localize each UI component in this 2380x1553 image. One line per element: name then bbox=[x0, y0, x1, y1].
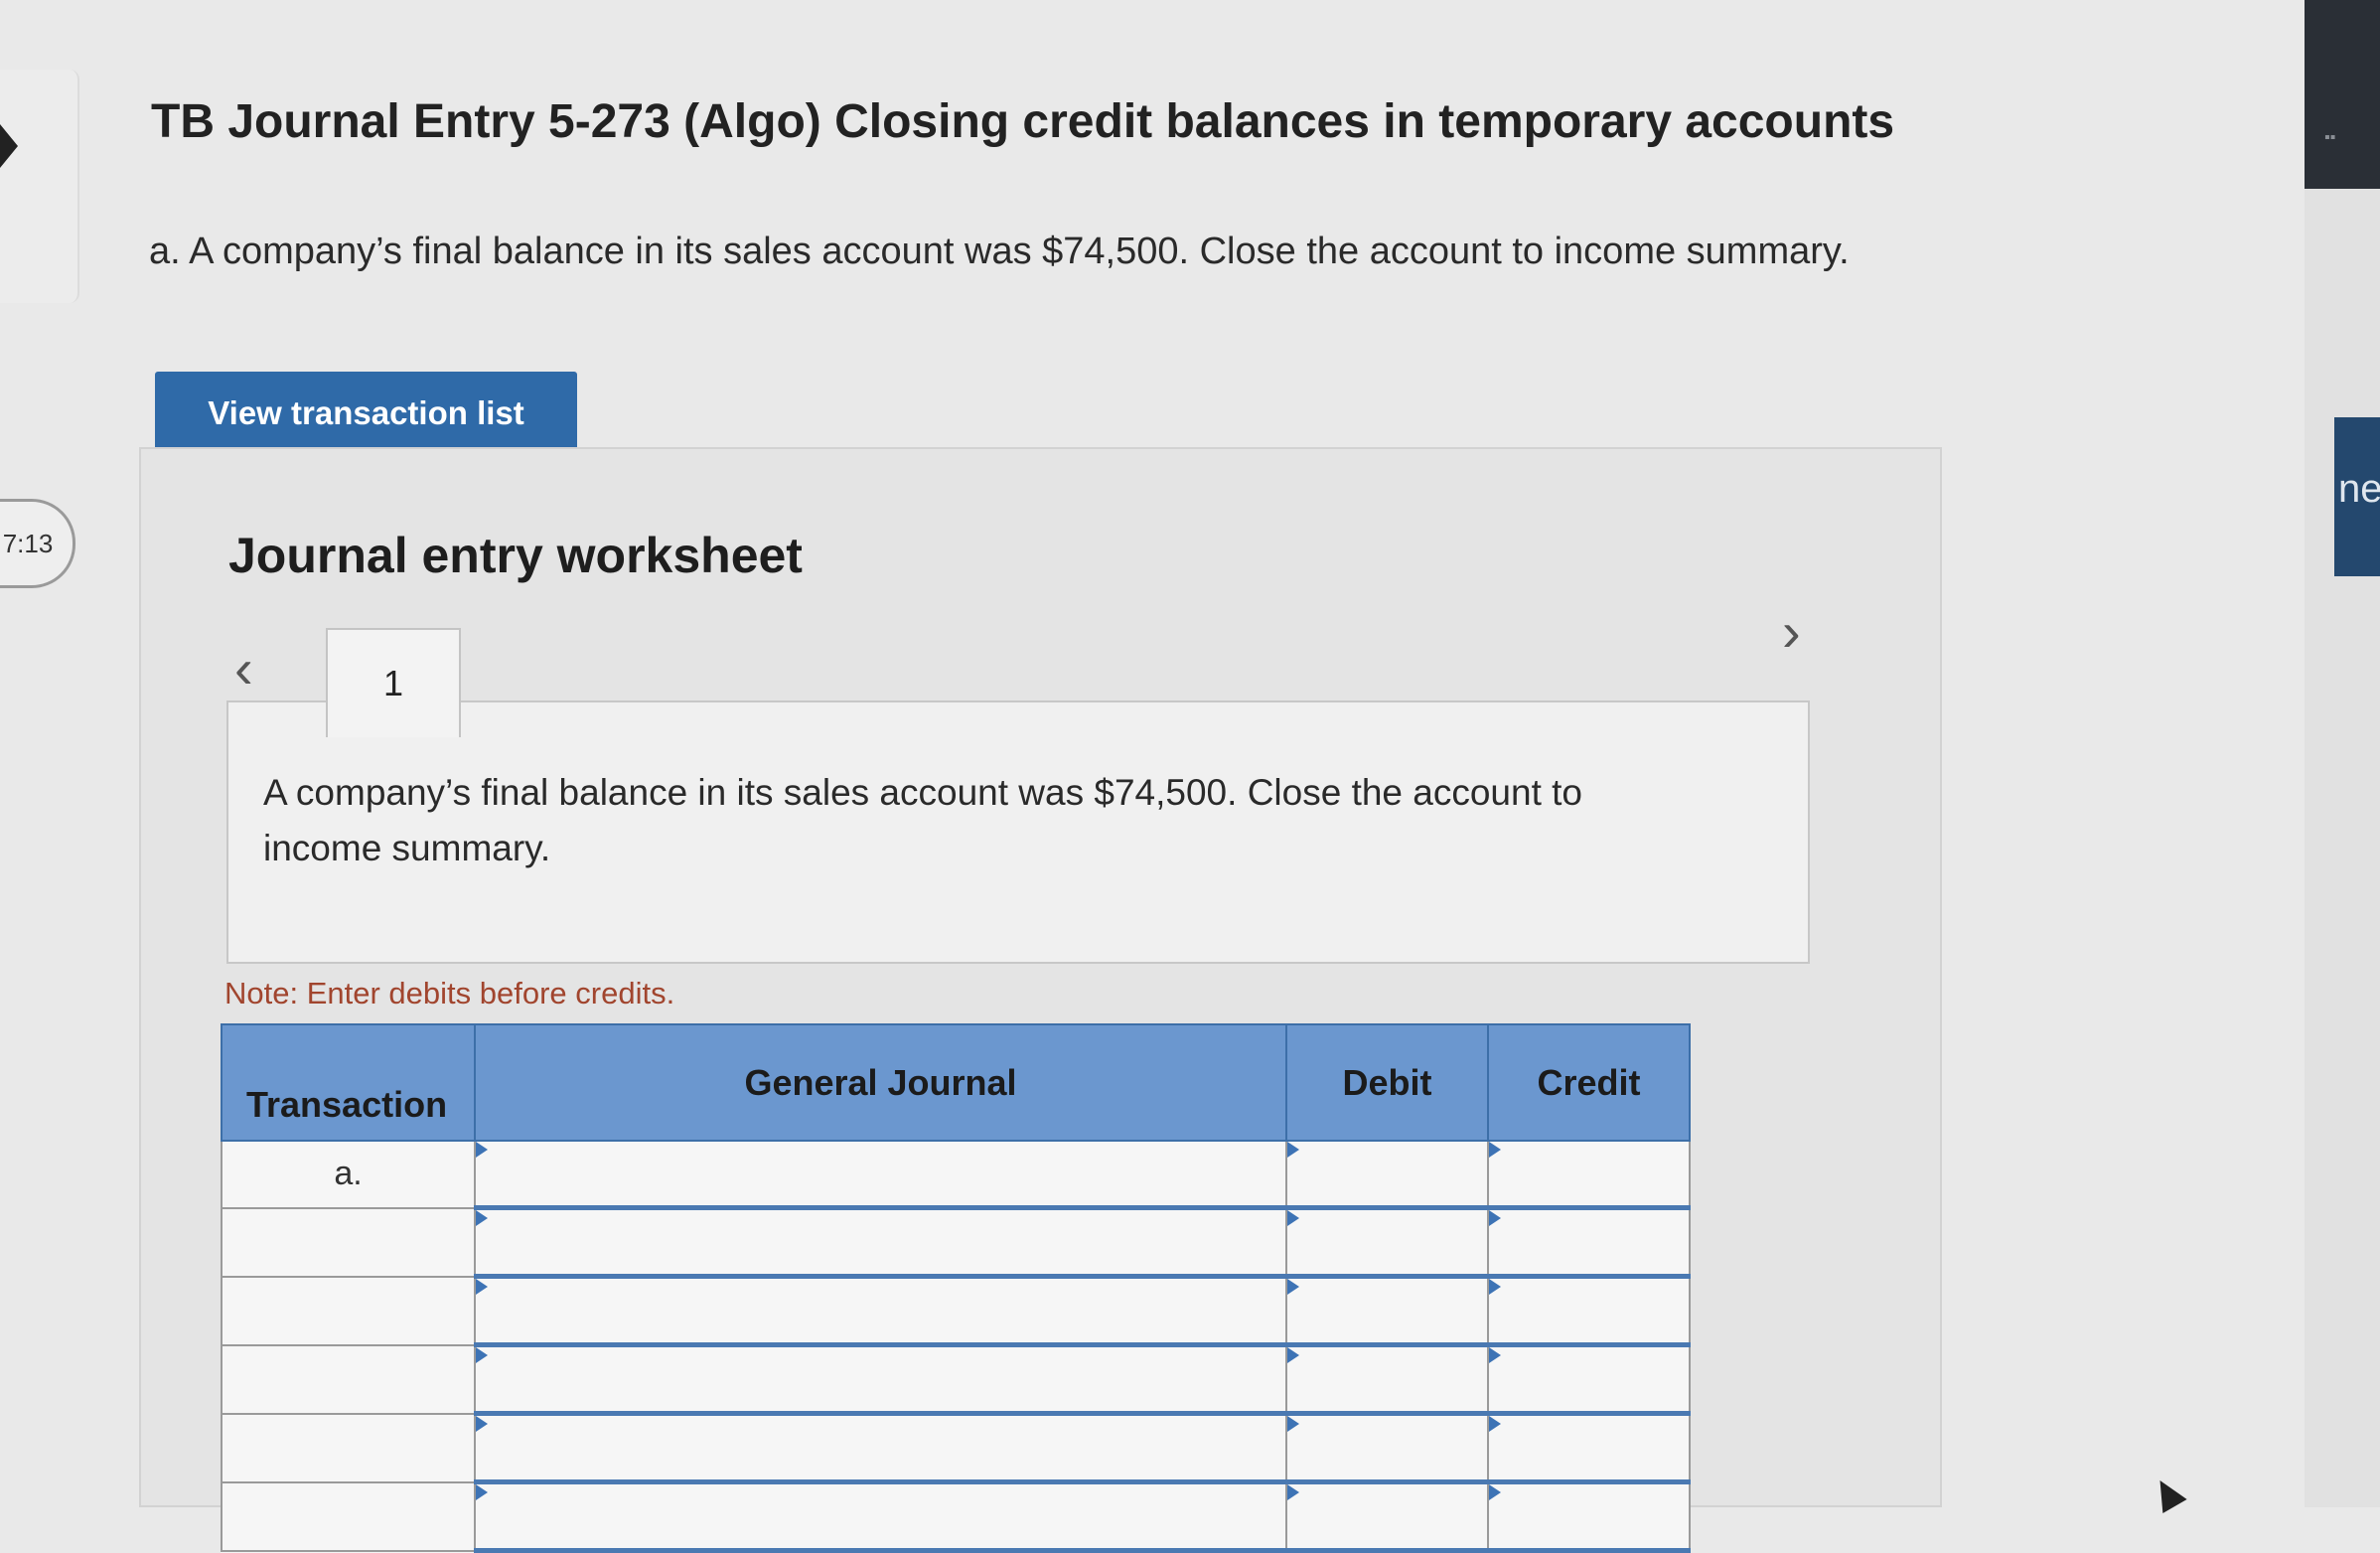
account-select-cell[interactable] bbox=[474, 1275, 1287, 1347]
debit-input-cell[interactable] bbox=[1285, 1343, 1489, 1416]
next-entry-chevron-right-icon[interactable]: › bbox=[1782, 604, 1801, 660]
account-select-cell[interactable] bbox=[474, 1140, 1287, 1210]
view-transaction-list-button[interactable]: View transaction list bbox=[155, 372, 577, 455]
column-header-debit: Debit bbox=[1285, 1023, 1489, 1142]
timer-value: 7:13 bbox=[2, 528, 54, 558]
debit-input-cell[interactable] bbox=[1285, 1275, 1489, 1347]
table-row bbox=[221, 1275, 1691, 1347]
table-row bbox=[221, 1480, 1691, 1553]
table-header-row: Transaction General Journal Debit Credit bbox=[221, 1023, 1691, 1142]
credit-input-cell[interactable] bbox=[1487, 1343, 1691, 1416]
credit-input-cell[interactable] bbox=[1487, 1480, 1691, 1553]
question-prompt: a. A company’s final balance in its sale… bbox=[149, 231, 1850, 272]
question-nav-tab[interactable] bbox=[0, 70, 79, 303]
account-select-cell[interactable] bbox=[474, 1343, 1287, 1416]
right-sidebar bbox=[2305, 0, 2380, 1507]
account-select-cell[interactable] bbox=[474, 1206, 1287, 1279]
account-select-cell[interactable] bbox=[474, 1480, 1287, 1553]
debit-input-cell[interactable] bbox=[1285, 1412, 1489, 1484]
credit-input-cell[interactable] bbox=[1487, 1412, 1691, 1484]
debit-input-cell[interactable] bbox=[1285, 1140, 1489, 1210]
worksheet-title: Journal entry worksheet bbox=[228, 528, 803, 583]
next-button-partial[interactable]: ne bbox=[2334, 417, 2380, 576]
column-header-general-journal: General Journal bbox=[474, 1023, 1287, 1142]
transaction-cell: a. bbox=[221, 1140, 476, 1209]
sidebar-header: ▪▪ bbox=[2305, 0, 2380, 189]
credit-input-cell[interactable] bbox=[1487, 1206, 1691, 1279]
transaction-cell bbox=[221, 1206, 476, 1278]
sidebar-logo-icon: ▪▪ bbox=[2324, 129, 2336, 146]
next-button-label: ne bbox=[2338, 467, 2380, 511]
transaction-cell bbox=[221, 1275, 476, 1346]
table-row: a. bbox=[221, 1140, 1691, 1210]
debit-input-cell[interactable] bbox=[1285, 1206, 1489, 1279]
current-question-marker bbox=[0, 124, 18, 168]
transaction-cell bbox=[221, 1343, 476, 1415]
account-select-cell[interactable] bbox=[474, 1412, 1287, 1484]
entry-note: Note: Enter debits before credits. bbox=[224, 976, 675, 1010]
table-row bbox=[221, 1206, 1691, 1279]
table-row bbox=[221, 1412, 1691, 1484]
timer-badge: 7:13 bbox=[0, 499, 75, 588]
prev-entry-chevron-left-icon[interactable]: ‹ bbox=[234, 641, 253, 697]
credit-input-cell[interactable] bbox=[1487, 1140, 1691, 1210]
table-row bbox=[221, 1343, 1691, 1416]
credit-input-cell[interactable] bbox=[1487, 1275, 1691, 1347]
transaction-cell bbox=[221, 1480, 476, 1552]
debit-input-cell[interactable] bbox=[1285, 1480, 1489, 1553]
question-title: TB Journal Entry 5-273 (Algo) Closing cr… bbox=[151, 95, 1895, 148]
general-journal-table: Transaction General Journal Debit Credit… bbox=[221, 1023, 1691, 1553]
transaction-cell bbox=[221, 1412, 476, 1483]
column-header-transaction: Transaction bbox=[221, 1023, 476, 1142]
worksheet-tab-1[interactable]: 1 bbox=[326, 628, 461, 737]
entry-prompt-text: A company’s final balance in its sales a… bbox=[263, 772, 1583, 868]
column-header-credit: Credit bbox=[1487, 1023, 1691, 1142]
